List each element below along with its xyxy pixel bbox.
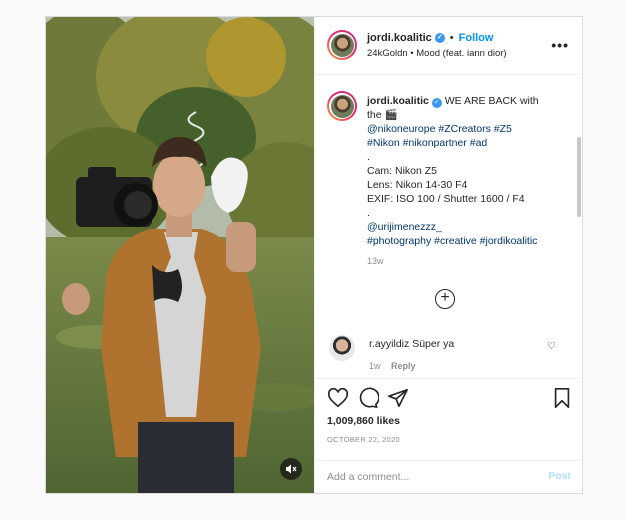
comment-text: Süper ya xyxy=(412,338,455,350)
verified-badge-icon: ✓ xyxy=(434,33,445,43)
verified-badge-icon: ✓ xyxy=(431,98,442,108)
caption-camera: Cam: Nikon Z5 xyxy=(367,165,438,177)
comments-section[interactable]: jordi.koalitic ✓ WE ARE BACK with the 🎬 … xyxy=(315,75,583,378)
caption-separator-2: . xyxy=(367,207,370,219)
caption-timestamp[interactable]: 13w xyxy=(367,254,567,268)
comment-bubble-icon[interactable] xyxy=(357,387,379,409)
post-video[interactable] xyxy=(46,17,314,493)
page: jordi.koalitic ✓ • Follow 24kGoldn • Moo… xyxy=(0,0,625,520)
comment-username[interactable]: r.ayyildiz xyxy=(369,338,409,350)
caption-username[interactable]: jordi.koalitic xyxy=(367,95,429,107)
comment-like-heart-icon[interactable]: ♡ xyxy=(547,341,556,352)
post-comment-button[interactable]: Post xyxy=(548,470,571,482)
reply-button[interactable]: Reply xyxy=(391,361,416,371)
caption-avatar[interactable] xyxy=(327,91,357,121)
speaker-muted-icon xyxy=(286,464,297,474)
audio-track[interactable]: 24kGoldn • Mood (feat. iann dior) xyxy=(367,48,507,59)
comment-timestamp[interactable]: 1w xyxy=(369,361,381,371)
comments-scrollbar[interactable] xyxy=(577,137,581,217)
follow-button[interactable]: Follow xyxy=(459,32,494,44)
caption-mention[interactable]: @urijimenezzz_ xyxy=(367,220,567,234)
bookmark-icon[interactable] xyxy=(551,387,573,409)
post-date[interactable]: OCTOBER 22, 2020 xyxy=(327,435,400,444)
comment-composer: Post xyxy=(315,460,583,493)
comment-meta: 1w Reply xyxy=(369,361,416,371)
more-options-icon[interactable]: ••• xyxy=(551,37,569,53)
likes-count[interactable]: 1,009,860 likes xyxy=(327,415,400,427)
post-header: jordi.koalitic ✓ • Follow 24kGoldn • Moo… xyxy=(315,17,583,75)
load-more-comments-icon[interactable]: + xyxy=(435,289,455,309)
caption-text-line2: the 🎬 xyxy=(367,109,398,121)
caption-exif: EXIF: ISO 100 / Shutter 1600 / F4 xyxy=(367,193,525,205)
post-caption: jordi.koalitic ✓ WE ARE BACK with the 🎬 … xyxy=(367,94,567,268)
post-sidebar: jordi.koalitic ✓ • Follow 24kGoldn • Moo… xyxy=(314,17,583,493)
caption-separator-1: . xyxy=(367,151,370,163)
author-avatar[interactable] xyxy=(327,30,357,60)
mute-button[interactable] xyxy=(280,458,302,480)
caption-hashtags-1[interactable]: @nikoneurope #ZCreators #Z5 xyxy=(367,122,567,136)
comment-item: r.ayyildiz Süper ya xyxy=(369,338,454,350)
author-username[interactable]: jordi.koalitic xyxy=(367,32,432,44)
caption-hashtags-3[interactable]: #photography #creative #jordikoalitic xyxy=(367,234,567,248)
caption-lens: Lens: Nikon 14-30 F4 xyxy=(367,179,468,191)
post-actions: 1,009,860 likes OCTOBER 22, 2020 xyxy=(315,378,583,460)
post-card: jordi.koalitic ✓ • Follow 24kGoldn • Moo… xyxy=(45,16,583,494)
heart-icon[interactable] xyxy=(327,387,349,409)
caption-hashtags-2[interactable]: #Nikon #nikonpartner #ad xyxy=(367,136,567,150)
add-comment-input[interactable] xyxy=(327,469,527,485)
share-paper-plane-icon[interactable] xyxy=(387,387,409,409)
separator-dot: • xyxy=(449,32,454,44)
author-line: jordi.koalitic ✓ • Follow xyxy=(367,32,493,44)
caption-text-line1: WE ARE BACK with xyxy=(444,95,539,107)
commenter-avatar[interactable] xyxy=(329,335,355,361)
video-frame xyxy=(46,17,314,493)
